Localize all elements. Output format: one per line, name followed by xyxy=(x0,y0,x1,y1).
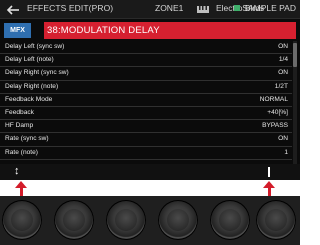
red-up-arrow-left xyxy=(15,181,27,196)
parameter-name: Rate (sync sw) xyxy=(5,135,49,143)
knob-5[interactable] xyxy=(210,200,250,240)
scrollbar[interactable] xyxy=(293,41,297,173)
vertical-bar-icon xyxy=(268,167,270,177)
sample-pad-indicator[interactable]: SAMPLE PAD xyxy=(234,3,296,13)
status-square-icon xyxy=(234,5,241,11)
parameter-row[interactable]: Rate (sync sw) ON xyxy=(0,133,292,147)
up-down-arrow-icon: ↕ xyxy=(14,165,20,177)
sample-pad-label: SAMPLE PAD xyxy=(242,3,296,13)
parameter-name: Delay Right (note) xyxy=(5,82,59,90)
parameter-value: +40[%] xyxy=(267,108,288,116)
parameter-value: 1/2T xyxy=(274,82,288,90)
parameter-name: Feedback Mode xyxy=(5,95,53,103)
knob-panel xyxy=(0,196,300,245)
parameter-row[interactable]: Rate (note) 1 xyxy=(0,147,292,160)
parameter-row[interactable]: Feedback Mode NORMAL xyxy=(0,94,292,107)
parameter-list: Delay Left (sync sw) ON Delay Left (note) 1… xyxy=(0,41,292,160)
parameter-row[interactable]: Delay Left (note) 1/4 xyxy=(0,54,292,68)
mfx-badge[interactable]: MFX xyxy=(4,23,31,38)
knob-6[interactable] xyxy=(256,200,296,240)
parameter-name: HF Damp xyxy=(5,122,34,130)
parameter-row[interactable]: Delay Right (note) 1/2T xyxy=(0,81,292,94)
scroll-thumb[interactable] xyxy=(293,43,297,67)
parameter-name: Rate (note) xyxy=(5,148,38,156)
zone-label: ZONE1 xyxy=(155,3,184,13)
parameter-name: Delay Right (sync sw) xyxy=(5,69,69,77)
knob-1[interactable] xyxy=(2,200,42,240)
top-bar: EFFECTS EDIT(PRO) ZONE1 Electro Birds SA… xyxy=(0,0,300,19)
parameter-row[interactable]: Delay Right (sync sw) ON xyxy=(0,67,292,81)
parameter-value: 1/4 xyxy=(278,56,288,64)
parameter-name: Feedback xyxy=(5,108,34,116)
back-arrow-icon xyxy=(6,4,19,15)
parameter-row[interactable]: HF Damp BYPASS xyxy=(0,120,292,134)
parameter-name: Delay Left (sync sw) xyxy=(5,43,65,50)
keyboard-icon xyxy=(197,6,209,13)
red-up-arrow-right xyxy=(263,181,275,196)
parameter-value: ON xyxy=(278,43,288,50)
parameter-row[interactable]: Delay Left (sync sw) ON xyxy=(0,41,292,55)
breadcrumb: EFFECTS EDIT(PRO) xyxy=(27,3,114,13)
parameter-name: Delay Left (note) xyxy=(5,56,54,64)
parameter-value: BYPASS xyxy=(262,122,288,130)
parameter-value: 1 xyxy=(284,148,288,156)
parameter-value: ON xyxy=(278,69,288,77)
knob-3[interactable] xyxy=(106,200,146,240)
parameter-row[interactable]: Feedback +40[%] xyxy=(0,107,292,121)
knob-2[interactable] xyxy=(54,200,94,240)
effect-header: MFX 38:MODULATION DELAY xyxy=(4,22,296,39)
effect-type-title[interactable]: 38:MODULATION DELAY xyxy=(44,22,296,39)
knob-4[interactable] xyxy=(158,200,198,240)
parameter-value: ON xyxy=(278,135,288,143)
back-button[interactable] xyxy=(0,0,25,19)
device-screen: EFFECTS EDIT(PRO) ZONE1 Electro Birds SA… xyxy=(0,0,300,180)
parameter-value: NORMAL xyxy=(259,95,288,103)
bottom-function-strip: ↕ xyxy=(0,164,300,180)
